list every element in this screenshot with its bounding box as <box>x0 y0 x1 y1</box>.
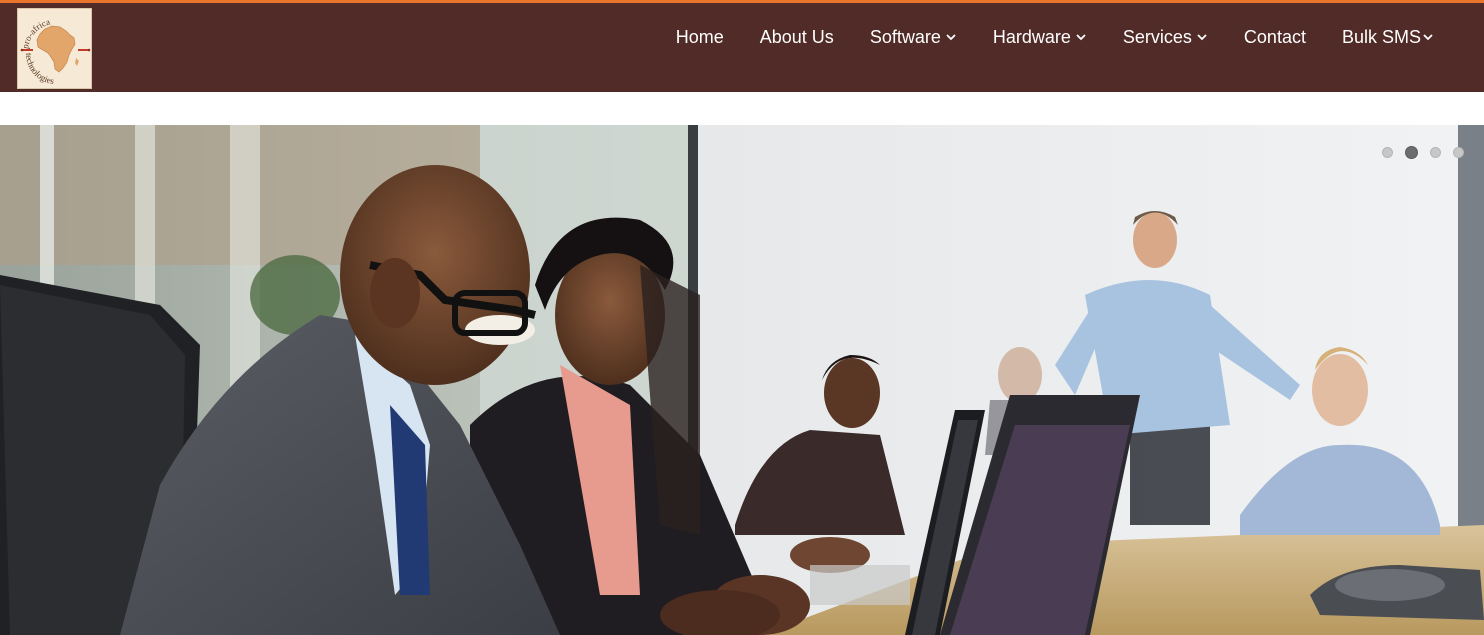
nav-services-label: Services <box>1122 26 1192 47</box>
nav-hardware-label: Hardware <box>992 26 1071 47</box>
nav-bulk-sms[interactable]: Bulk SMS <box>1342 27 1434 48</box>
slider-dot-1[interactable] <box>1382 147 1393 158</box>
chevron-down-icon <box>946 34 956 41</box>
nav-software-label: Software <box>869 26 941 47</box>
nav-home-label: Home <box>675 26 724 47</box>
chevron-down-icon <box>1076 34 1086 41</box>
nav-bulk-sms-label: Bulk SMS <box>1341 26 1421 47</box>
nav-home[interactable]: Home <box>676 27 724 48</box>
hero-slider-image <box>0 125 1484 635</box>
nav-contact-label: Contact <box>1243 26 1306 47</box>
nav-hardware[interactable]: Hardware <box>993 27 1087 48</box>
slider-dot-3[interactable] <box>1430 147 1441 158</box>
nav-about-us-label: About Us <box>759 26 834 47</box>
slider-dot-4[interactable] <box>1453 147 1464 158</box>
nav-contact[interactable]: Contact <box>1244 27 1306 48</box>
nav-software[interactable]: Software <box>870 27 957 48</box>
slider-dot-2-active[interactable] <box>1405 146 1418 159</box>
nav-services[interactable]: Services <box>1123 27 1208 48</box>
main-navigation: Home About Us Software Hardware Services… <box>676 22 1434 52</box>
site-header: pro-africa technologies Home About Us So… <box>0 3 1484 92</box>
company-logo[interactable]: pro-africa technologies <box>17 8 92 89</box>
chevron-down-icon <box>1197 34 1207 41</box>
office-meeting-photo <box>0 125 1484 635</box>
africa-map-logo-icon: pro-africa technologies <box>18 9 91 88</box>
slider-pagination <box>1370 146 1464 159</box>
nav-about-us[interactable]: About Us <box>760 27 834 48</box>
chevron-down-icon <box>1423 34 1433 41</box>
